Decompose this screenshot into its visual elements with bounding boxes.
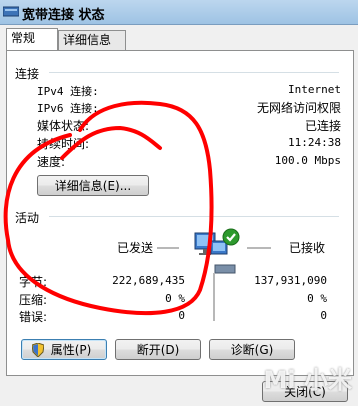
section-divider [49,72,339,73]
bytes-received: 137,931,090 [254,274,327,287]
compression-sent: 0 % [165,292,185,305]
diagnose-button[interactable]: 诊断(G) [209,339,295,360]
bytes-sent: 222,689,435 [112,274,185,287]
disconnect-button[interactable]: 断开(D) [115,339,201,360]
speed-label: 速度: [37,155,66,169]
check-icon [222,228,240,246]
sent-label: 已发送 [117,241,154,255]
received-line [247,247,271,249]
window-title: 宽带连接 状态 [22,8,105,23]
network-connection-icon [3,6,19,17]
general-panel: 连接 IPv4 连接: Internet IPv6 连接: 无网络访问权限 媒体… [6,50,354,376]
errors-sent: 0 [178,309,185,322]
network-line [213,273,215,321]
tab-details[interactable]: 详细信息 [58,30,126,50]
ipv4-value: Internet [288,83,341,96]
shield-icon [32,343,44,357]
activity-section-title: 活动 [15,211,40,225]
connection-section-title: 连接 [15,67,40,81]
received-label: 已接收 [289,241,326,255]
network-computer-icon [194,228,240,274]
media-state-label: 媒体状态: [37,119,90,133]
ipv6-label: IPv6 连接: [37,102,99,115]
speed-value: 100.0 Mbps [274,154,341,167]
title-bar[interactable]: 宽带连接 状态 [0,0,358,25]
properties-button[interactable]: 属性(P) [21,339,107,360]
details-button[interactable]: 详细信息(E)... [37,175,149,196]
media-state-value: 已连接 [304,119,341,133]
ipv6-value: 无网络访问权限 [256,101,341,115]
ipv4-label: IPv4 连接: [37,85,99,98]
properties-label: 属性(P) [50,343,92,357]
errors-received: 0 [320,309,327,322]
sent-line [157,247,179,249]
duration-value: 11:24:38 [288,136,341,149]
section-divider [49,216,339,217]
tab-general[interactable]: 常规 [6,28,58,50]
compression-label: 压缩: [19,293,48,307]
compression-received: 0 % [307,292,327,305]
watermark: Mi 小米 [263,366,352,394]
errors-label: 错误: [19,310,48,324]
bytes-label: 字节: [19,275,48,289]
duration-label: 持续时间: [37,137,90,151]
